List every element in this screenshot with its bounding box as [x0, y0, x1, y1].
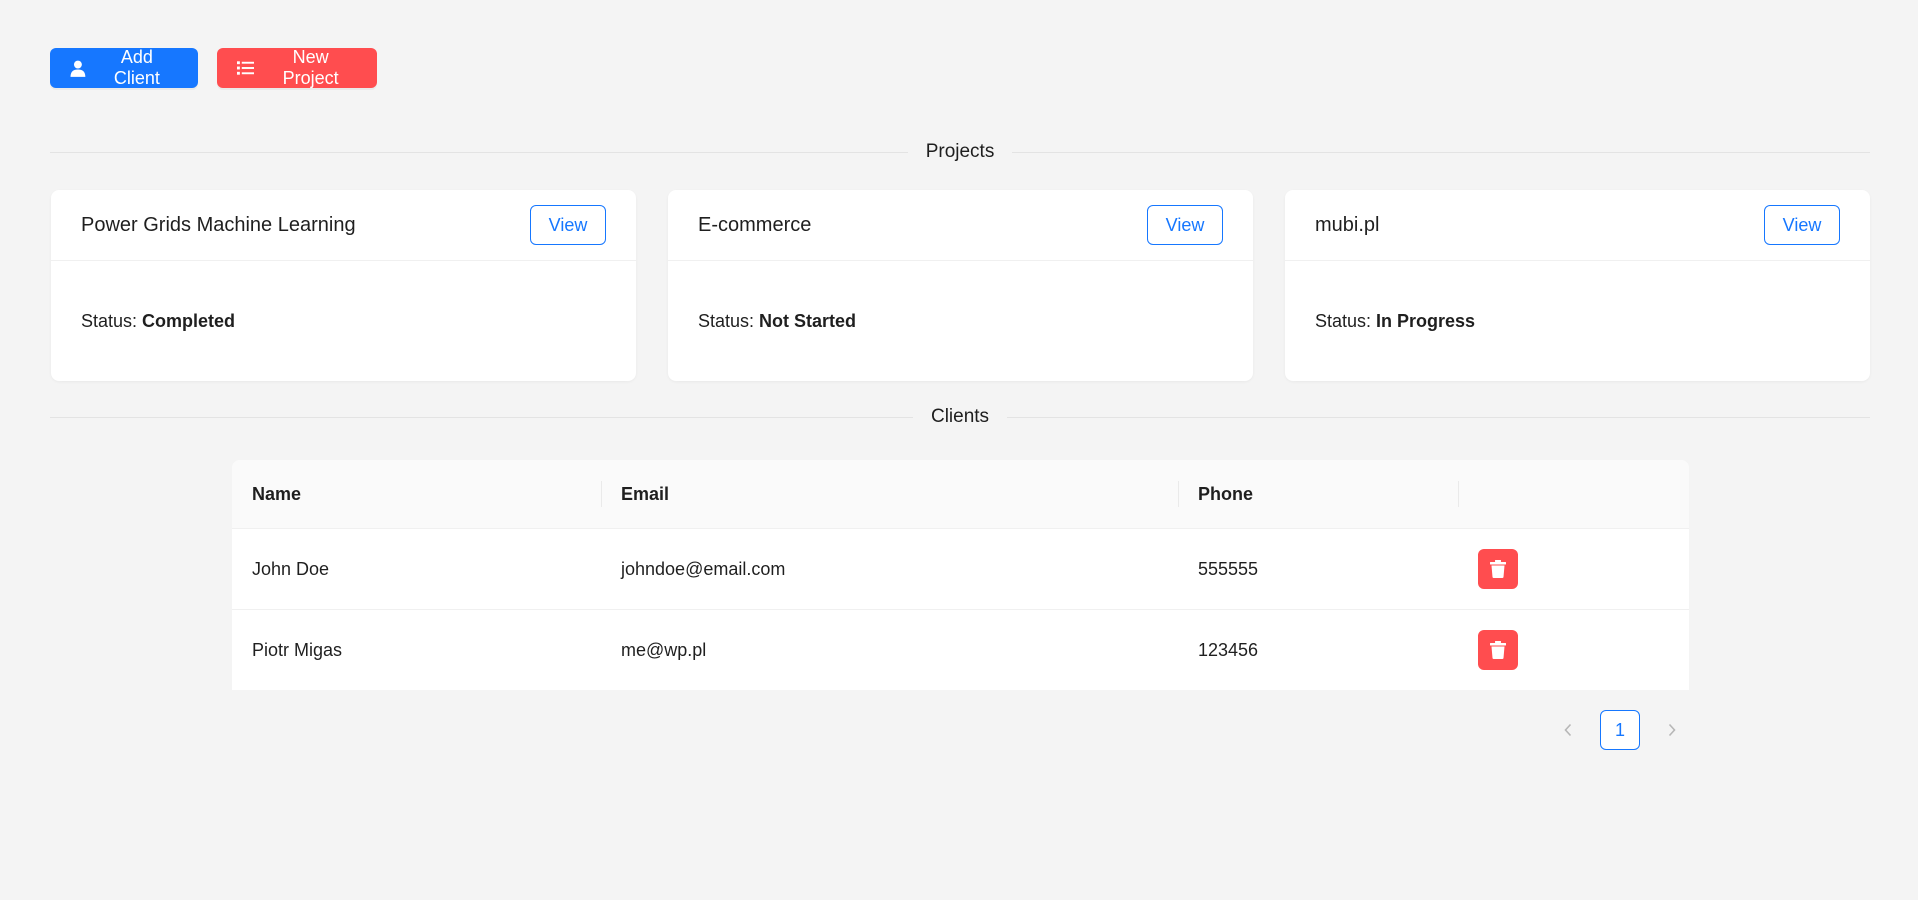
project-card: Power Grids Machine Learning View Status…: [51, 190, 636, 381]
chevron-right-icon: [1668, 723, 1676, 737]
prev-page-button[interactable]: [1548, 710, 1588, 750]
divider-line: [50, 416, 913, 418]
new-project-label: New Project: [282, 47, 339, 88]
delete-client-button[interactable]: [1478, 549, 1518, 589]
client-actions: [1458, 528, 1689, 610]
project-status: Completed: [142, 310, 236, 331]
page-1-button[interactable]: 1: [1600, 710, 1640, 750]
project-title: Power Grids Machine Learning: [81, 213, 356, 236]
column-header-email: Email: [601, 460, 1178, 529]
column-header-phone: Phone: [1178, 460, 1458, 529]
client-phone: 555555: [1178, 528, 1458, 610]
client-name: Piotr Migas: [252, 639, 343, 660]
table-header-row: Name Email Phone: [232, 460, 1689, 529]
view-project-button[interactable]: View: [530, 205, 606, 245]
status-label: Status:: [81, 310, 138, 331]
user-icon: [70, 60, 86, 77]
project-card: E-commerce View Status: Not Started: [668, 190, 1253, 381]
client-email: me@wp.pl: [621, 639, 707, 660]
project-card-header: mubi.pl View: [1285, 190, 1870, 261]
table-row: John Doe johndoe@email.com 555555: [232, 528, 1689, 610]
client-name: John Doe: [232, 528, 601, 610]
project-title: E-commerce: [698, 213, 812, 236]
pagination: 1: [1548, 710, 1692, 750]
trash-icon: [1490, 560, 1506, 578]
client-actions: [1458, 610, 1689, 691]
chevron-left-icon: [1564, 723, 1572, 737]
project-card: mubi.pl View Status: In Progress: [1285, 190, 1870, 381]
status-label: Status:: [698, 310, 755, 331]
divider-line: [1007, 416, 1871, 418]
clients-table: Name Email Phone John Doe johndoe@email.…: [232, 460, 1689, 690]
table-row: Piotr Migas me@wp.pl 123456: [232, 610, 1689, 691]
list-icon: [237, 61, 255, 75]
project-card-body: Status: Completed: [51, 261, 636, 381]
delete-client-button[interactable]: [1478, 630, 1518, 670]
toolbar: Add Client New Project: [50, 47, 377, 88]
divider-line: [50, 151, 908, 153]
project-status: Not Started: [759, 310, 857, 331]
add-client-label: Add Client: [113, 47, 160, 88]
page: Add Client New Project Projects Power Gr…: [0, 0, 1918, 900]
status-label: Status:: [1315, 310, 1372, 331]
project-card-header: Power Grids Machine Learning View: [51, 190, 636, 261]
clients-heading: Clients: [930, 406, 990, 427]
project-title: mubi.pl: [1315, 213, 1380, 236]
divider-line: [1012, 151, 1871, 153]
projects-divider: Projects: [50, 141, 1871, 163]
client-phone: 123456: [1198, 639, 1259, 660]
column-header-actions: [1458, 460, 1689, 529]
trash-icon: [1490, 641, 1506, 659]
clients-divider: Clients: [50, 406, 1871, 428]
project-card-body: Status: In Progress: [1285, 261, 1870, 381]
client-email: johndoe@email.com: [601, 528, 1178, 610]
project-card-body: Status: Not Started: [668, 261, 1253, 381]
project-card-header: E-commerce View: [668, 190, 1253, 261]
project-cards: Power Grids Machine Learning View Status…: [51, 190, 1870, 381]
view-project-button[interactable]: View: [1147, 205, 1223, 245]
column-header-name: Name: [232, 460, 601, 529]
view-project-button[interactable]: View: [1764, 205, 1840, 245]
new-project-button[interactable]: New Project: [217, 47, 377, 88]
add-client-button[interactable]: Add Client: [50, 47, 198, 88]
project-status: In Progress: [1376, 310, 1476, 331]
next-page-button[interactable]: [1652, 710, 1692, 750]
projects-heading: Projects: [925, 141, 995, 162]
